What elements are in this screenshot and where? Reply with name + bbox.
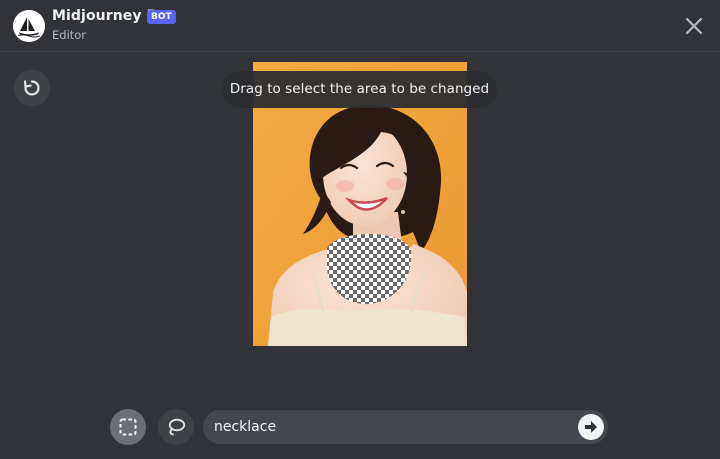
submit-button[interactable] xyxy=(578,414,604,440)
close-button[interactable] xyxy=(682,14,706,38)
rectangle-select-icon xyxy=(119,418,137,436)
lasso-select-button[interactable] xyxy=(158,409,194,445)
selection-hint: Drag to select the area to be changed xyxy=(222,71,497,108)
arrow-right-icon xyxy=(585,421,597,433)
bot-badge: BOT xyxy=(147,10,176,24)
editor-header: Midjourney Bot BOT Editor xyxy=(0,0,720,52)
rectangle-select-button[interactable] xyxy=(110,409,146,445)
prompt-box xyxy=(203,410,608,444)
lasso-icon xyxy=(168,418,186,436)
undo-icon xyxy=(23,80,40,96)
editor-subtitle: Editor xyxy=(52,28,87,42)
bot-avatar xyxy=(13,10,45,42)
undo-button[interactable] xyxy=(14,70,50,106)
close-icon xyxy=(685,17,703,35)
prompt-input[interactable] xyxy=(214,410,574,444)
midjourney-logo-icon xyxy=(13,10,45,42)
